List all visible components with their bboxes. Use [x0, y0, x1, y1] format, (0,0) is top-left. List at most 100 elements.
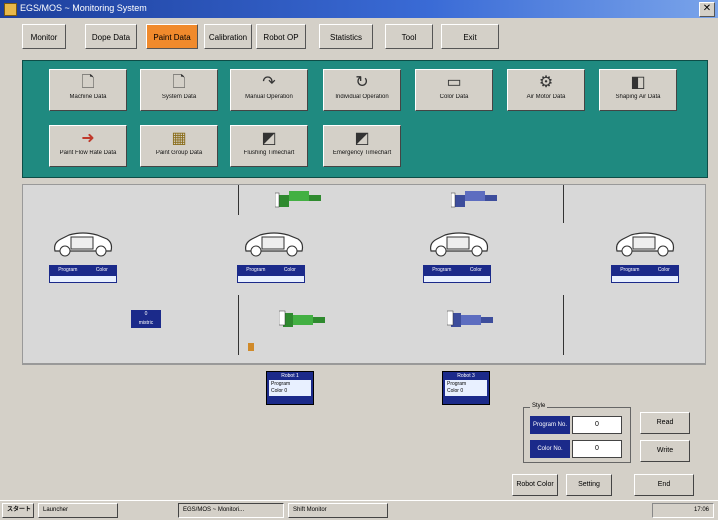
close-button[interactable]: ✕ [699, 2, 715, 17]
tab-dope-data[interactable]: Dope Data [85, 24, 137, 49]
button-label: Shaping Air Data [615, 94, 661, 100]
paint-data-panel: 🗋 Machine Data 🗋 System Data ↷ Manual Op… [22, 60, 708, 178]
start-button[interactable]: スタート [2, 503, 34, 518]
tab-monitor[interactable]: Monitor [22, 24, 66, 49]
timechart-icon: ◩ [261, 130, 277, 147]
station-program-color-header: Program Color [49, 265, 117, 275]
timechart-icon: ◩ [354, 130, 370, 147]
booth-divider [238, 185, 239, 215]
program-no-row: Program No. 0 [530, 416, 624, 434]
button-label: Machine Data [69, 94, 107, 100]
color-no-row: Color No. 0 [530, 440, 624, 458]
color-data-button[interactable]: ▭ Color Data [415, 69, 493, 111]
booth-divider [563, 185, 564, 223]
station-value-field [237, 275, 305, 283]
paint-line-area: Program Color Program Color Program Color P… [22, 184, 706, 364]
program-label: Program [620, 267, 640, 273]
spray-gun-icon: ↷ [262, 74, 276, 91]
color-value: 0 [460, 388, 464, 394]
read-button[interactable]: Read [640, 412, 690, 434]
button-label: Flushing Timechart [243, 150, 295, 156]
air-motor-data-button[interactable]: ⚙ Air Motor Data [507, 69, 585, 111]
system-clock: 17:06 [652, 503, 714, 518]
robot-icon [450, 189, 501, 209]
program-label: Program [246, 267, 266, 273]
program-no-label: Program No. [530, 416, 570, 434]
style-panel: Style Program No. 0 Color No. 0 [523, 403, 631, 463]
setting-button[interactable]: Setting [566, 474, 612, 496]
robot-icon [446, 309, 497, 329]
flame-icon [248, 343, 254, 351]
program-label: Program [58, 267, 78, 273]
robot-color-button[interactable]: Robot Color [512, 474, 558, 496]
button-label: Paint Group Data [155, 150, 203, 156]
manual-operation-button[interactable]: ↷ Manual Operation [230, 69, 308, 111]
button-label: Manual Operation [245, 94, 293, 100]
title-bar: EGS/MOS ~ Monitoring System ✕ [0, 0, 718, 18]
taskbar-item-monitoring[interactable]: EGS/MOS ~ Monitori... [178, 503, 284, 518]
station-value-field [611, 275, 679, 283]
station-program-color-header: Program Color [423, 265, 491, 275]
robot-info-panel: Robot 3 Program Color 0 [442, 371, 490, 405]
robot-icon [278, 309, 329, 329]
paint-group-data-button[interactable]: ▦ Paint Group Data [140, 125, 218, 167]
calculator-icon: ▦ [171, 130, 187, 147]
tab-statistics[interactable]: Statistics [319, 24, 373, 49]
flushing-timechart-button[interactable]: ◩ Flushing Timechart [230, 125, 308, 167]
station-value-field [49, 275, 117, 283]
air-motor-icon: ⚙ [538, 74, 554, 91]
booth-divider [563, 295, 564, 355]
end-button[interactable]: End [634, 474, 694, 496]
style-legend: Style [530, 403, 548, 409]
tab-tool[interactable]: Tool [385, 24, 433, 49]
shaping-air-data-button[interactable]: ◧ Shaping Air Data [599, 69, 677, 111]
color-no-label: Color No. [530, 440, 570, 458]
emergency-timechart-button[interactable]: ◩ Emergency Timechart [323, 125, 401, 167]
car-body-icon [242, 229, 306, 259]
station-value-field [423, 275, 491, 283]
button-label: Color Data [439, 94, 469, 100]
system-data-button[interactable]: 🗋 System Data [140, 69, 218, 111]
document-icon: 🗋 [172, 74, 186, 91]
color-label: Color [95, 267, 108, 273]
tab-paint-data[interactable]: Paint Data [146, 24, 198, 49]
program-no-field[interactable]: 0 [572, 416, 622, 434]
flow-rate-icon: ➜ [81, 130, 95, 147]
car-body-icon [51, 229, 115, 259]
taskbar-item-launcher[interactable]: Launcher [38, 503, 118, 518]
car-body-icon [427, 229, 491, 259]
program-label: Program [447, 381, 467, 387]
robot-title: Robot 1 [281, 373, 299, 379]
station-program-color-header: Program Color [611, 265, 679, 275]
machine-data-button[interactable]: 🗋 Machine Data [49, 69, 127, 111]
paint-flow-rate-data-button[interactable]: ➜ Paint Flow Rate Data [49, 125, 127, 167]
program-label: Program [432, 267, 452, 273]
tab-calibration[interactable]: Calibration [204, 24, 252, 49]
status-box: 0 mistric [131, 310, 161, 328]
button-label: Paint Flow Rate Data [59, 150, 117, 156]
robot-title: Robot 3 [457, 373, 475, 379]
robot-info-panel: Robot 1 Program Color 0 [266, 371, 314, 405]
color-label: Color [657, 267, 670, 273]
color-label: Color [447, 388, 459, 394]
color-no-field[interactable]: 0 [572, 440, 622, 458]
booth-divider [238, 295, 239, 355]
program-label: Program [271, 381, 291, 387]
status-text: mistric [138, 320, 154, 326]
status-value: 0 [144, 311, 148, 317]
car-body-icon [613, 229, 677, 259]
button-label: Air Motor Data [526, 94, 566, 100]
taskbar-item-shift-monitor[interactable]: Shift Monitor [288, 503, 388, 518]
button-label: System Data [161, 94, 197, 100]
color-label: Color [271, 388, 283, 394]
color-label: Color [283, 267, 296, 273]
shaping-air-icon: ◧ [630, 74, 646, 91]
color-label: Color [469, 267, 482, 273]
button-label: Emergency Timechart [332, 150, 392, 156]
menu-bar: Monitor Dope Data Paint Data Calibration… [0, 18, 718, 56]
tab-exit[interactable]: Exit [441, 24, 499, 49]
document-icon: 🗋 [81, 74, 95, 91]
write-button[interactable]: Write [640, 440, 690, 462]
individual-operation-button[interactable]: ↻ Individual Operation [323, 69, 401, 111]
tab-robot-op[interactable]: Robot OP [256, 24, 306, 49]
